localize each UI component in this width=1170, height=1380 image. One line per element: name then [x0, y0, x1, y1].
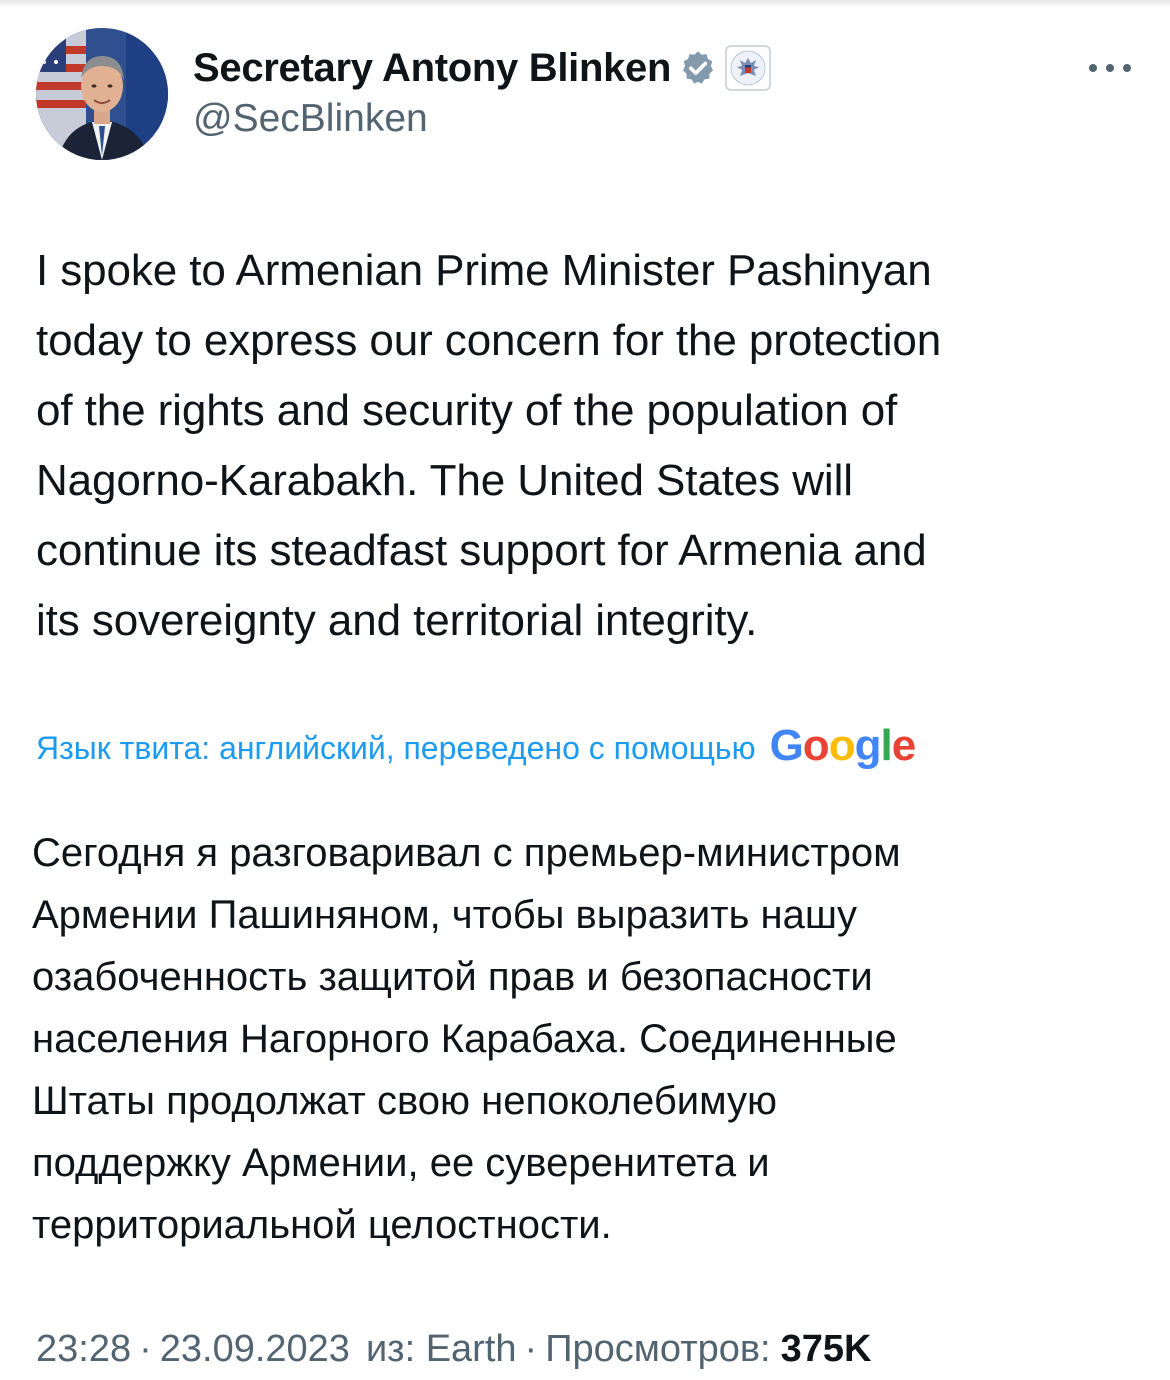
translation-attribution: Язык твита: английский, переведено с пом…	[36, 721, 1146, 770]
views-count[interactable]: 375K	[781, 1328, 872, 1371]
tweet-meta: 23:28 · 23.09.2023 из: Earth · Просмотро…	[36, 1328, 871, 1371]
meta-separator: ·	[524, 1328, 538, 1370]
more-options-button[interactable]	[1080, 50, 1140, 86]
translated-text: Сегодня я разговаривал с премьер-министр…	[32, 831, 901, 1247]
google-logo: Google	[769, 721, 917, 770]
author-line: Secretary Antony Blinken	[193, 40, 772, 96]
top-divider	[0, 0, 1170, 8]
author-handle[interactable]: @SecBlinken	[193, 97, 428, 141]
translation-label[interactable]: Язык твита: английский, переведено с пом…	[36, 730, 756, 767]
tweet-date[interactable]: 23.09.2023	[160, 1328, 350, 1371]
tweet: Secretary Antony Blinken @SecBlinken I s…	[0, 0, 1170, 1380]
more-horizontal-icon	[1089, 64, 1131, 72]
tweet-text: I spoke to Armenian Prime Minister Pashi…	[36, 246, 942, 645]
meta-separator: ·	[139, 1328, 152, 1370]
tweet-source: из: Earth	[365, 1328, 517, 1370]
views-label: Просмотров:	[545, 1328, 771, 1370]
display-name[interactable]: Secretary Antony Blinken	[193, 46, 671, 91]
avatar-photo	[36, 28, 168, 160]
tweet-time[interactable]: 23:28	[36, 1328, 131, 1371]
us-state-department-seal-icon[interactable]	[725, 45, 772, 91]
avatar[interactable]	[36, 28, 168, 160]
verified-badge-icon[interactable]	[679, 49, 717, 87]
